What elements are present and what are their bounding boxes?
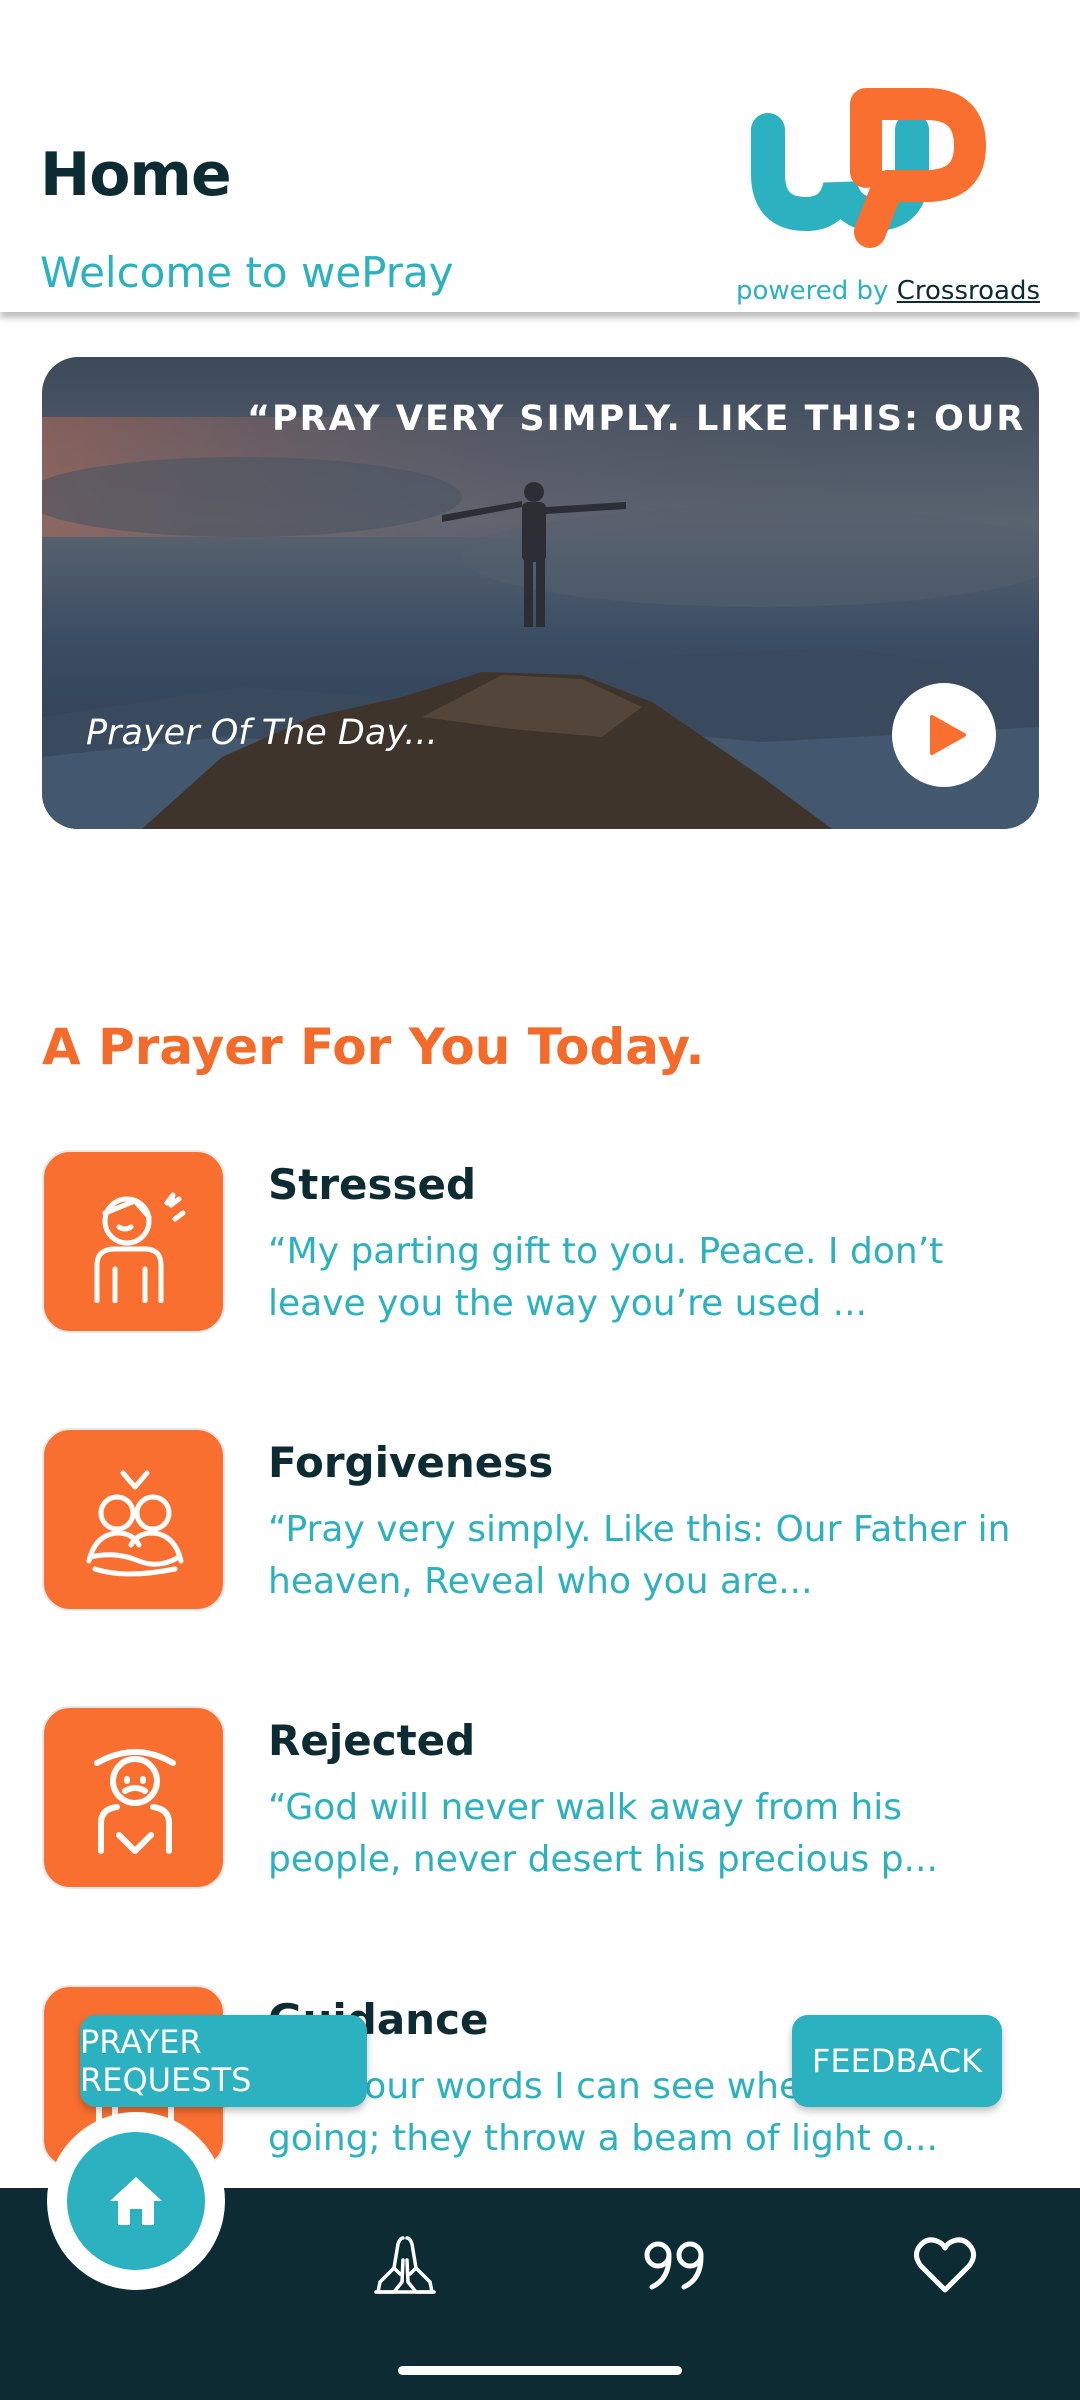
prayer-title: Stressed — [268, 1160, 477, 1209]
prayer-item-stressed[interactable]: Stressed “My parting gift to you. Peace.… — [42, 1150, 1042, 1335]
prayer-item-forgiveness[interactable]: Forgiveness “Pray very simply. Like this… — [42, 1428, 1042, 1613]
hero-quote: “PRAY VERY SIMPLY. LIKE THIS: OUR FATH — [247, 399, 1039, 439]
stressed-person-icon — [94, 1192, 186, 1303]
quote-icon — [644, 2241, 704, 2290]
prayer-excerpt: “God will never walk away from his peopl… — [268, 1782, 1028, 1886]
heart-icon — [913, 2237, 977, 2293]
prayer-icon-box — [42, 1428, 225, 1611]
powered-by: powered by Crossroads — [736, 276, 1040, 306]
prayer-icon-box — [42, 1150, 225, 1333]
prayer-of-the-day-card[interactable]: “PRAY VERY SIMPLY. LIKE THIS: OUR FATH P… — [42, 357, 1039, 829]
prayer-requests-button[interactable]: PRAYER REQUESTS — [80, 2015, 367, 2107]
prayer-icon-box — [42, 1706, 225, 1889]
prayer-excerpt: “Pray very simply. Like this: Our Father… — [268, 1504, 1028, 1608]
prayer-excerpt-line: going; they throw a beam of light o... — [268, 2118, 938, 2159]
section-title: A Prayer For You Today. — [42, 1018, 705, 1076]
home-icon — [110, 2177, 162, 2225]
nav-quotes[interactable] — [635, 2225, 715, 2305]
app-header: Home Welcome to wePray powered by Crossr… — [0, 0, 1080, 312]
prayer-excerpt-line: “God will never walk away from his — [268, 1787, 903, 1828]
prayer-excerpt-line: “My parting gift to you. Peace. I don’t — [268, 1231, 944, 1272]
rejected-person-icon — [94, 1749, 176, 1854]
nav-favorites[interactable] — [905, 2225, 985, 2305]
praying-hands-icon — [374, 2236, 436, 2294]
hero-caption: Prayer Of The Day... — [86, 713, 438, 753]
home-indicator — [398, 2366, 682, 2375]
welcome-subtitle: Welcome to wePray — [40, 248, 454, 297]
nav-home[interactable] — [47, 2112, 225, 2290]
prayer-excerpt-line: “Pray very simply. Like this: Our Father… — [268, 1509, 1011, 1550]
wepray-logo — [751, 88, 986, 248]
forgiveness-hug-icon — [86, 1470, 184, 1577]
prayer-title: Forgiveness — [268, 1438, 554, 1487]
powered-prefix: powered by — [736, 276, 889, 306]
prayer-item-rejected[interactable]: Rejected “God will never walk away from … — [42, 1706, 1042, 1891]
play-icon — [930, 715, 966, 755]
prayer-excerpt: “My parting gift to you. Peace. I don’t … — [268, 1226, 1028, 1330]
crossroads-link[interactable]: Crossroads — [897, 276, 1040, 306]
prayer-title: Rejected — [268, 1716, 476, 1765]
prayer-excerpt-line: heaven, Reveal who you are... — [268, 1561, 813, 1602]
nav-home-active[interactable] — [67, 2132, 205, 2270]
prayer-excerpt-line: leave you the way you’re used ... — [268, 1283, 868, 1324]
feedback-button[interactable]: FEEDBACK — [792, 2015, 1002, 2107]
nav-pray[interactable] — [365, 2225, 445, 2305]
play-button[interactable] — [892, 683, 996, 787]
prayer-excerpt-line: people, never desert his precious p... — [268, 1839, 938, 1880]
page-title: Home — [40, 140, 232, 210]
